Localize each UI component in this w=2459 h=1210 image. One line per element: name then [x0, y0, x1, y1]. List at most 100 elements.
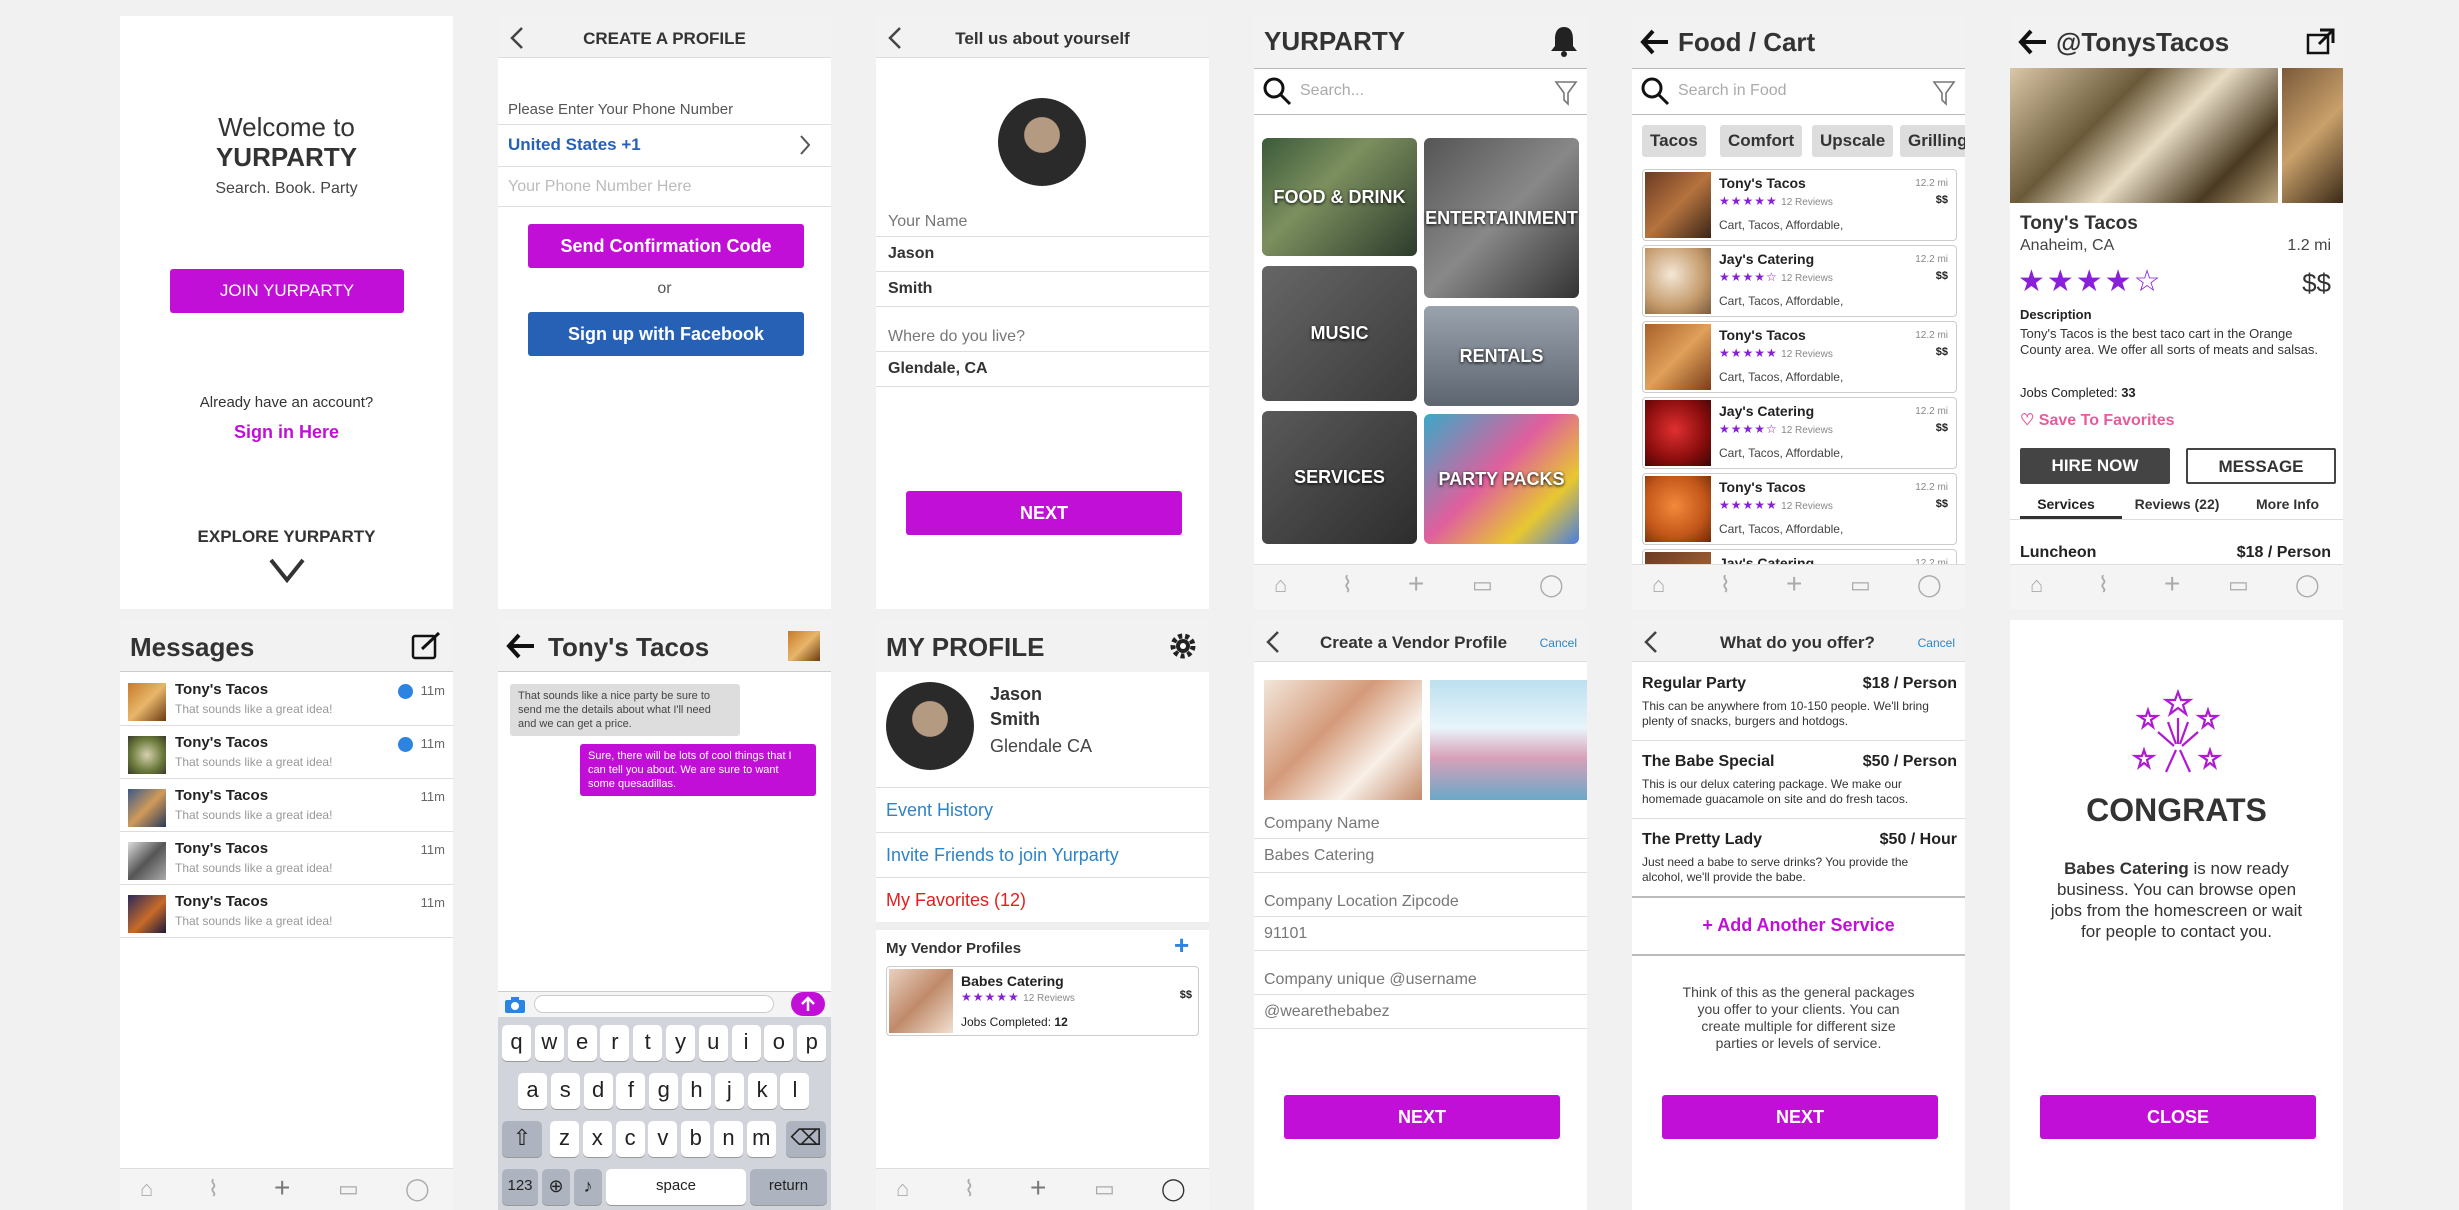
last-name-field[interactable]: Smith — [888, 280, 932, 298]
company-name-field[interactable]: Babes Catering — [1264, 847, 1374, 865]
message-row[interactable]: Tony's Tacos That sounds like a great id… — [120, 779, 453, 832]
bell-icon[interactable] — [1548, 24, 1580, 58]
add-icon[interactable]: + — [1408, 570, 1424, 598]
keyboard-key[interactable]: g — [649, 1073, 679, 1109]
food-icon[interactable]: ⌇ — [208, 1178, 219, 1200]
keyboard-key[interactable]: x — [582, 1121, 612, 1157]
service-item[interactable]: The Pretty Lady $50 / Hour Just need a b… — [1642, 831, 1957, 901]
microphone-icon[interactable]: ♪ — [574, 1169, 602, 1205]
vendor-row[interactable]: Tony's Tacos ★★★★★ 12 Reviews Cart, Taco… — [1642, 169, 1957, 241]
save-favorites-link[interactable]: ♡ Save To Favorites — [2020, 410, 2175, 430]
home-icon[interactable]: ⌂ — [1274, 574, 1287, 596]
keyboard-key[interactable]: p — [797, 1025, 827, 1061]
join-button[interactable]: JOIN YURPARTY — [170, 269, 404, 313]
vendor-row[interactable]: Jay's Catering ★★★★☆ 12 Reviews Cart, Ta… — [1642, 245, 1957, 317]
avatar[interactable] — [788, 631, 820, 661]
keyboard-key[interactable]: r — [600, 1025, 630, 1061]
signin-link[interactable]: Sign in Here — [120, 422, 453, 443]
phone-input[interactable]: Your Phone Number Here — [508, 178, 692, 196]
vendor-photo[interactable] — [2282, 68, 2343, 203]
delete-key[interactable]: ⌫ — [786, 1121, 826, 1157]
profile-photo[interactable] — [998, 98, 1086, 186]
message-row[interactable]: Tony's Tacos That sounds like a great id… — [120, 885, 453, 938]
food-icon[interactable]: ⌇ — [2098, 574, 2109, 596]
keyboard-key[interactable]: u — [698, 1025, 728, 1061]
keyboard-key[interactable]: m — [746, 1121, 776, 1157]
chevron-down-icon[interactable] — [268, 557, 306, 583]
chat-icon[interactable]: ▭ — [338, 1178, 359, 1200]
compose-icon[interactable] — [410, 630, 442, 662]
share-icon[interactable] — [2306, 27, 2336, 55]
keyboard-key[interactable]: o — [764, 1025, 794, 1061]
tab-reviews[interactable]: Reviews (22) — [2122, 496, 2232, 512]
vendor-card[interactable]: Babes Catering ★★★★★ 12 Reviews $$ Jobs … — [886, 966, 1199, 1036]
message-row[interactable]: Tony's Tacos That sounds like a great id… — [120, 673, 453, 726]
message-row[interactable]: Tony's Tacos That sounds like a great id… — [120, 726, 453, 779]
vendor-row[interactable]: Jay's Catering ★★★★☆ 12 Reviews Cart, Ta… — [1642, 397, 1957, 469]
tab-more-info[interactable]: More Info — [2232, 496, 2343, 512]
chat-icon[interactable]: ▭ — [2228, 574, 2249, 596]
profile-icon[interactable]: ◯ — [2295, 574, 2320, 596]
city-field[interactable]: Glendale, CA — [888, 360, 988, 378]
keyboard-key[interactable]: f — [616, 1073, 646, 1109]
close-button[interactable]: CLOSE — [2040, 1095, 2316, 1139]
keyboard-key[interactable]: w — [534, 1025, 564, 1061]
keyboard-key[interactable]: i — [731, 1025, 761, 1061]
category-tile[interactable]: FOOD & DRINK — [1262, 138, 1417, 256]
first-name-field[interactable]: Jason — [888, 245, 934, 263]
shift-key[interactable]: ⇧ — [502, 1121, 542, 1157]
add-icon[interactable]: + — [1786, 570, 1802, 598]
message-input[interactable] — [534, 995, 774, 1013]
home-icon[interactable]: ⌂ — [1652, 574, 1665, 596]
keyboard-key[interactable]: b — [681, 1121, 711, 1157]
add-service-link[interactable]: + Add Another Service — [1632, 915, 1965, 936]
profile-icon[interactable]: ◯ — [405, 1178, 430, 1200]
favorites-link[interactable]: My Favorites (12) — [886, 890, 1026, 911]
hire-now-button[interactable]: HIRE NOW — [2020, 448, 2170, 484]
keyboard-key[interactable]: y — [666, 1025, 695, 1061]
keyboard-key[interactable]: k — [747, 1073, 777, 1109]
filter-icon[interactable] — [1932, 80, 1956, 106]
search-input[interactable]: Search... — [1300, 82, 1364, 100]
back-chevron-icon[interactable] — [1642, 630, 1660, 654]
search-input[interactable]: Search in Food — [1678, 82, 1787, 100]
profile-icon[interactable]: ◯ — [1161, 1178, 1186, 1200]
profile-icon[interactable]: ◯ — [1539, 574, 1564, 596]
tab-services[interactable]: Services — [2010, 496, 2122, 512]
food-icon[interactable]: ⌇ — [964, 1178, 975, 1200]
keyboard-key[interactable]: q — [502, 1025, 531, 1061]
back-chevron-icon[interactable] — [1264, 630, 1282, 654]
vendor-photo[interactable] — [1264, 680, 1422, 800]
home-icon[interactable]: ⌂ — [896, 1178, 909, 1200]
next-button[interactable]: NEXT — [1284, 1095, 1560, 1139]
next-button[interactable]: NEXT — [906, 491, 1182, 535]
category-tile[interactable]: ENTERTAINMENT — [1424, 138, 1579, 298]
service-item[interactable]: The Babe Special $50 / Person This is ou… — [1642, 753, 1957, 823]
country-select[interactable]: United States +1 — [508, 135, 641, 155]
food-icon[interactable]: ⌇ — [1720, 574, 1731, 596]
message-button[interactable]: MESSAGE — [2186, 448, 2336, 484]
message-row[interactable]: Tony's Tacos That sounds like a great id… — [120, 832, 453, 885]
keyboard-key[interactable]: s — [550, 1073, 580, 1109]
add-vendor-icon[interactable]: + — [1174, 930, 1189, 961]
add-icon[interactable]: + — [274, 1174, 290, 1202]
filter-icon[interactable] — [1554, 80, 1578, 106]
return-key[interactable]: return — [750, 1169, 827, 1205]
event-history-link[interactable]: Event History — [886, 800, 993, 821]
vendor-photo[interactable] — [1430, 680, 1587, 800]
back-arrow-icon[interactable] — [1640, 28, 1670, 56]
back-arrow-icon[interactable] — [506, 632, 536, 660]
profile-icon[interactable]: ◯ — [1917, 574, 1942, 596]
keyboard-key[interactable]: e — [567, 1025, 597, 1061]
back-arrow-icon[interactable] — [2018, 28, 2048, 56]
keyboard-key[interactable]: t — [633, 1025, 663, 1061]
home-icon[interactable]: ⌂ — [2030, 574, 2043, 596]
keyboard-key[interactable]: l — [780, 1073, 810, 1109]
filter-chip[interactable]: Comfort — [1720, 125, 1803, 157]
food-icon[interactable]: ⌇ — [1342, 574, 1353, 596]
chat-icon[interactable]: ▭ — [1472, 574, 1493, 596]
zipcode-field[interactable]: 91101 — [1264, 925, 1307, 943]
chat-icon[interactable]: ▭ — [1094, 1178, 1115, 1200]
keyboard-key[interactable]: a — [518, 1073, 547, 1109]
chat-icon[interactable]: ▭ — [1850, 574, 1871, 596]
